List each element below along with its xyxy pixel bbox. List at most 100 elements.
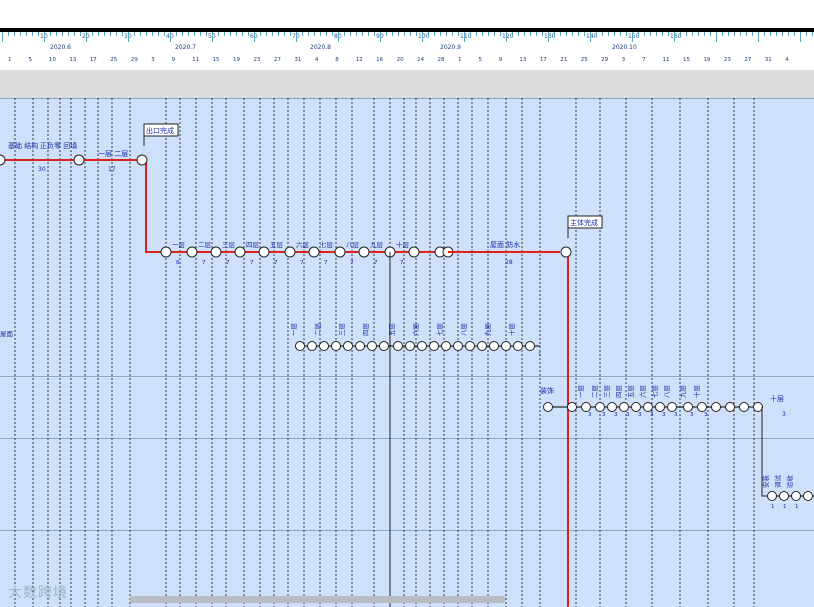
network-diagram: 基础 结构 正负零 回填 30 一层 二层 17 出口完成 一层8二层7三层7四… [0, 98, 814, 607]
event-node [429, 341, 439, 351]
month-label: 2020.6 [50, 44, 71, 51]
decor-duration: 3 [690, 412, 694, 418]
ruler-tick [668, 32, 669, 36]
ruler-tick [566, 32, 567, 36]
ruler-tick [38, 32, 39, 36]
row-install: 安装 1 调试 1 验收 1 [761, 475, 814, 510]
decor-label: 一层 [577, 385, 585, 399]
event-node [319, 341, 329, 351]
event-node [753, 402, 763, 412]
day-label: 5 [478, 57, 482, 63]
ruler-tick [416, 32, 417, 36]
ruler-tick [290, 32, 291, 36]
event-node [186, 246, 198, 258]
day-label: 31 [764, 57, 772, 63]
ruler-tick [470, 32, 471, 36]
day-label: 29 [130, 57, 138, 63]
ruler-tick [164, 32, 165, 36]
ruler-tick [320, 32, 321, 36]
floor-label: 十层 [396, 240, 410, 249]
ruler-tick [230, 32, 231, 36]
day-label: 27 [273, 57, 281, 63]
day-label: 25 [580, 57, 588, 63]
event-node [779, 491, 789, 501]
ruler-tick [758, 32, 759, 42]
install-label: 安装 [761, 475, 770, 489]
decor-label: 八层 [663, 385, 671, 399]
month-label: 2020.7 [175, 44, 196, 51]
ruler-tick [212, 32, 213, 42]
row-floors: 一层 8 二层 7 三层 7 四层 7 五层 7 六层 7 七层 7 八层 7 九层 7 十层 7 [160, 240, 454, 266]
event-node [441, 341, 451, 351]
decor-duration: 3 [602, 412, 606, 418]
day-label: 20 [396, 57, 404, 63]
interior-label: 三层 [338, 323, 346, 337]
decor-label: 五层 [627, 385, 635, 399]
foundation-label: 基础 结构 [8, 141, 38, 150]
ruler-tick [380, 32, 381, 42]
ruler-tick [284, 32, 285, 36]
header-band [0, 70, 814, 99]
event-node [393, 341, 403, 351]
event-node [513, 341, 523, 351]
floor-duration: 7 [324, 260, 328, 266]
horizontal-scrollbar[interactable] [130, 596, 505, 603]
ruler-tick [644, 32, 645, 36]
event-node [595, 402, 605, 412]
day-label: 4 [314, 57, 319, 63]
row-foundation [0, 159, 166, 253]
decor-label: 三层 [603, 385, 611, 399]
ruler-tick [56, 32, 57, 36]
ruler-tick [338, 32, 339, 42]
ruler-tick [584, 32, 585, 36]
ruler-tick [62, 32, 63, 36]
ruler-tick [518, 32, 519, 36]
ruler-tick [674, 32, 675, 42]
roof-duration: 28 [505, 259, 513, 266]
floor-label: 五层 [270, 241, 284, 249]
ruler-tick [482, 32, 483, 36]
ruler-tick [236, 32, 237, 36]
ruler-tick [710, 32, 711, 36]
ruler-tick [50, 32, 51, 36]
ruler-tick [728, 32, 729, 36]
event-node [343, 341, 353, 351]
network-canvas[interactable]: 基础 结构 正负零 回填 30 一层 二层 17 出口完成 一层 8 二层 7 三层 7 四… [0, 98, 814, 607]
ruler-tick [206, 32, 207, 36]
interior-duration: 1 [538, 352, 542, 358]
event-node [308, 246, 320, 258]
month-label: 2020.8 [310, 44, 331, 51]
ruler-tick [428, 32, 429, 36]
event-node [655, 402, 665, 412]
ruler-tick [350, 32, 351, 36]
floor-duration: 7 [250, 260, 254, 266]
interior-label: 七层 [435, 323, 444, 337]
ruler-tick [716, 32, 717, 42]
ruler-tick [626, 32, 627, 36]
ruler-tick [446, 32, 447, 36]
ruler-tick [506, 32, 507, 42]
ruler-tick [476, 32, 477, 36]
day-label: 3 [151, 57, 155, 63]
ruler-tick [404, 32, 405, 36]
decor-label: 十层 [692, 385, 701, 399]
ruler-tick [374, 32, 375, 36]
ruler-tick [608, 32, 609, 36]
ruler-tick [488, 32, 489, 36]
day-label: 15 [682, 57, 690, 63]
floor-label: 九层 [370, 240, 384, 249]
event-node [307, 341, 317, 351]
event-node [358, 246, 370, 258]
ruler-tick [26, 32, 27, 36]
ruler-tick [158, 32, 159, 36]
ruler-tick [98, 32, 99, 36]
event-node [367, 341, 377, 351]
decor-label: 六层 [638, 385, 647, 399]
decor-duration: 3 [638, 412, 642, 418]
ruler-tick [686, 32, 687, 36]
ruler-tick [14, 32, 15, 36]
ruler-tick [422, 32, 423, 42]
event-node [567, 402, 577, 412]
day-label: 4 [785, 57, 789, 63]
ruler-tick [392, 32, 393, 36]
